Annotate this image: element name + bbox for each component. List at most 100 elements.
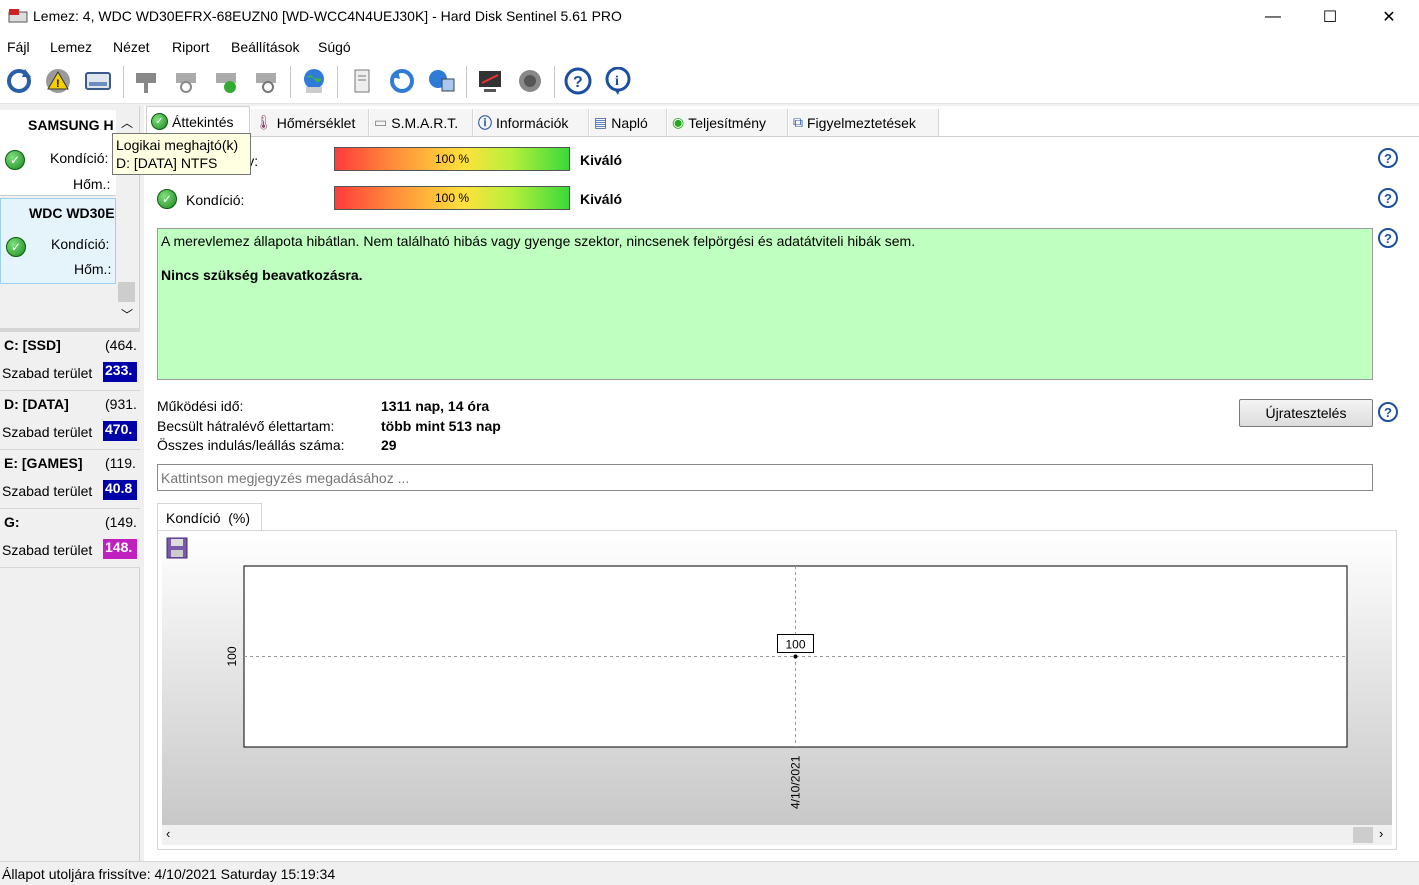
condition-chart: 4/10/2021 100 100 bbox=[225, 565, 1348, 809]
test-icon-3[interactable] bbox=[210, 65, 242, 97]
free-space-bar: 40.8 bbox=[103, 480, 137, 500]
y-tick-label: 100 bbox=[225, 646, 239, 666]
volume-g[interactable]: G: (149. Szabad terület 148. bbox=[0, 509, 140, 568]
menu-file[interactable]: Fájl bbox=[7, 39, 30, 55]
sound-icon[interactable] bbox=[514, 65, 546, 97]
volume-d[interactable]: D: [DATA] (931. Szabad terület 470. bbox=[0, 391, 140, 450]
disk-name: WDC WD30E bbox=[29, 205, 115, 221]
thermometer-icon: 🌡 bbox=[255, 114, 273, 130]
warning-icon[interactable]: ! bbox=[42, 65, 74, 97]
network-icon[interactable] bbox=[426, 65, 458, 97]
scroll-up-icon[interactable]: ︿ bbox=[121, 114, 133, 131]
help-icon[interactable]: ? bbox=[1378, 148, 1398, 168]
chart-frame: 4/10/2021 100 100 ‹ › bbox=[157, 530, 1397, 850]
tab-performance[interactable]: ◉ Teljesítmény bbox=[668, 109, 788, 136]
app-icon bbox=[8, 8, 28, 24]
maximize-button[interactable]: ☐ bbox=[1307, 0, 1353, 34]
data-point bbox=[793, 654, 798, 659]
remaining-life-label: Becsült hátralévő élettartam: bbox=[157, 418, 335, 434]
volume-size: (464. bbox=[105, 337, 137, 353]
ok-check-icon: ✓ bbox=[151, 113, 168, 130]
scroll-thumb[interactable] bbox=[118, 282, 135, 302]
volume-size: (119. bbox=[105, 455, 136, 471]
disk-icon[interactable] bbox=[82, 65, 114, 97]
tab-label: Hőmérséklet bbox=[276, 114, 356, 131]
status-message-box: A merevlemez állapota hibátlan. Nem talá… bbox=[157, 228, 1373, 380]
minimize-button[interactable]: — bbox=[1250, 0, 1296, 34]
volume-name: G: bbox=[4, 514, 20, 530]
test-icon-1[interactable] bbox=[130, 65, 162, 97]
menu-report[interactable]: Riport bbox=[172, 39, 209, 55]
condition-label: Kondíció: bbox=[50, 150, 109, 166]
tab-label: Figyelmeztetések bbox=[807, 114, 916, 131]
tab-label: Napló bbox=[611, 114, 648, 131]
volume-c[interactable]: C: [SSD] (464. Szabad terület 233. bbox=[0, 332, 140, 391]
tab-overview[interactable]: ✓ Áttekintés bbox=[146, 106, 250, 136]
x-tick-label: 4/10/2021 bbox=[789, 755, 803, 809]
help-icon[interactable]: ? bbox=[1378, 188, 1398, 208]
condition-rating: Kiváló bbox=[580, 191, 623, 207]
svg-text:i: i bbox=[615, 74, 619, 89]
volume-e[interactable]: E: [GAMES] (119. Szabad terület 40.8 bbox=[0, 450, 140, 509]
uptime-label: Működési idő: bbox=[157, 398, 244, 414]
monitor-icon[interactable] bbox=[474, 65, 506, 97]
info-icon[interactable]: i bbox=[602, 65, 634, 97]
ok-check-icon: ✓ bbox=[6, 237, 26, 257]
menu-view[interactable]: Nézet bbox=[113, 39, 150, 55]
test-icon-2[interactable] bbox=[170, 65, 202, 97]
free-space-bar: 148. bbox=[103, 539, 137, 559]
tab-info[interactable]: ⓘ Információk bbox=[474, 109, 589, 136]
info-small-icon: ⓘ bbox=[478, 114, 492, 131]
tab-label: Teljesítmény bbox=[688, 114, 767, 131]
volume-size: (931. bbox=[105, 396, 137, 412]
retest-button[interactable]: Újratesztelés bbox=[1239, 399, 1373, 427]
chart-scrollbar[interactable]: ‹ › bbox=[162, 825, 1392, 845]
status-message: A merevlemez állapota hibátlan. Nem talá… bbox=[161, 233, 916, 249]
free-label: Szabad terület bbox=[2, 483, 93, 499]
help-icon[interactable]: ? bbox=[562, 65, 594, 97]
condition-label: Kondíció: bbox=[186, 192, 245, 208]
refresh-icon[interactable] bbox=[3, 65, 35, 97]
menu-disk[interactable]: Lemez bbox=[50, 39, 92, 55]
help-icon[interactable]: ? bbox=[1378, 228, 1398, 248]
menu-bar: Fájl Lemez Nézet Riport Beállítások Súgó bbox=[0, 34, 1419, 60]
report-icon[interactable] bbox=[346, 65, 378, 97]
chart-tab-condition[interactable]: Kondíció (%) bbox=[157, 503, 262, 531]
menu-settings[interactable]: Beállítások bbox=[231, 39, 299, 55]
disk-card-samsung[interactable]: SAMSUNG H ✓ Kondíció: Hőm.: bbox=[0, 110, 116, 196]
status-bar: Állapot utoljára frissítve: 4/10/2021 Sa… bbox=[0, 861, 1419, 885]
scroll-right-icon[interactable]: › bbox=[1379, 826, 1383, 841]
toolbar: ! ? i bbox=[0, 60, 1419, 104]
uptime-value: 1311 nap, 14 óra bbox=[381, 398, 490, 414]
tab-warnings[interactable]: ⧉ Figyelmeztetések bbox=[789, 109, 939, 136]
help-icon[interactable]: ? bbox=[1378, 402, 1398, 422]
web-icon[interactable] bbox=[298, 65, 330, 97]
scroll-left-icon[interactable]: ‹ bbox=[166, 826, 170, 841]
tooltip: Logikai meghajtó(k) D: [DATA] NTFS bbox=[112, 133, 251, 175]
tab-label: Információk bbox=[496, 114, 569, 131]
scroll-down-icon[interactable]: ﹀ bbox=[121, 306, 133, 323]
title-bar: Lemez: 4, WDC WD30EFRX-68EUZN0 [WD-WCC4N… bbox=[0, 0, 1419, 34]
tab-log[interactable]: ▤ Napló bbox=[590, 109, 667, 136]
tab-label: S.M.A.R.T. bbox=[391, 114, 459, 131]
volume-name: C: [SSD] bbox=[4, 337, 61, 353]
tab-smart[interactable]: ▭ S.M.A.R.T. bbox=[370, 109, 473, 136]
tab-label: Áttekintés bbox=[172, 113, 234, 130]
sync-icon[interactable] bbox=[386, 65, 418, 97]
tooltip-line: D: [DATA] NTFS bbox=[116, 155, 218, 171]
condition-bar: 100 % bbox=[334, 186, 570, 210]
scroll-thumb[interactable] bbox=[1353, 827, 1373, 843]
close-button[interactable]: ✕ bbox=[1366, 0, 1412, 34]
window-title: Lemez: 4, WDC WD30EFRX-68EUZN0 [WD-WCC4N… bbox=[33, 8, 622, 24]
note-input[interactable] bbox=[157, 464, 1373, 491]
menu-help[interactable]: Súgó bbox=[318, 39, 351, 55]
free-label: Szabad terület bbox=[2, 542, 93, 558]
volume-name: D: [DATA] bbox=[4, 396, 69, 412]
temp-label: Hőm.: bbox=[74, 261, 112, 277]
main-panel: ✓ Áttekintés 🌡 Hőmérséklet ▭ S.M.A.R.T. … bbox=[144, 106, 1419, 861]
action-message: Nincs szükség beavatkozásra. bbox=[161, 267, 363, 283]
test-icon-4[interactable] bbox=[250, 65, 282, 97]
tab-temperature[interactable]: 🌡 Hőmérséklet bbox=[251, 109, 369, 136]
condition-label: Kondíció: bbox=[51, 236, 110, 252]
disk-card-wdc[interactable]: WDC WD30E ✓ Kondíció: Hőm.: bbox=[0, 198, 116, 284]
